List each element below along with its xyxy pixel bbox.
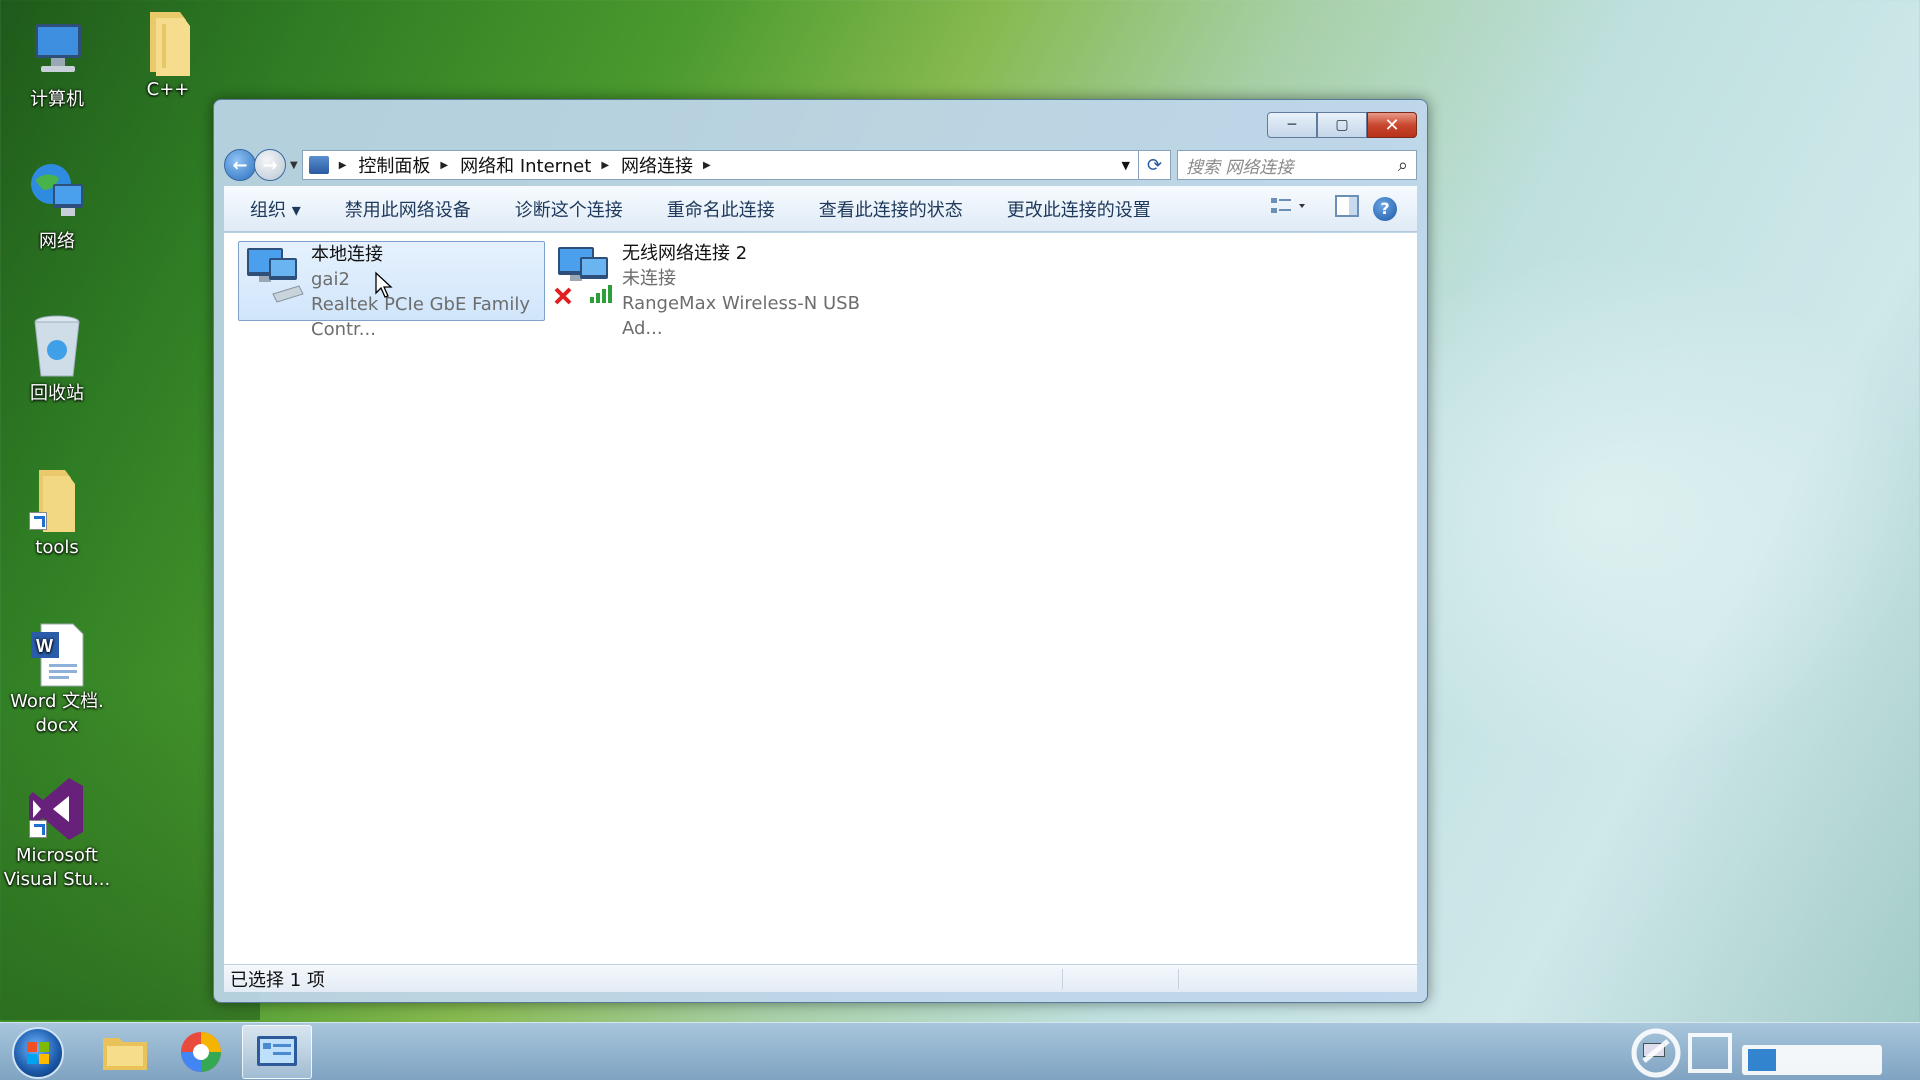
address-dropdown-icon[interactable]: ▼ <box>1122 159 1130 172</box>
desktop-icon-recycle-bin[interactable]: 回收站 <box>2 312 112 406</box>
status-divider <box>1178 969 1179 989</box>
desktop-icon-label: docx <box>35 715 79 736</box>
desktop-icon-visual-studio[interactable]: Microsoft Visual Stu... <box>2 774 112 892</box>
refresh-icon: ⟳ <box>1146 154 1163 176</box>
address-bar[interactable]: ▶ 控制面板 ▶ 网络和 Internet ▶ 网络连接 ▶ ▼ <box>301 150 1139 180</box>
connections-list: 本地连接 gai2 Realtek PCIe GbE Family Contr.… <box>224 233 1417 964</box>
search-placeholder: 搜索 网络连接 <box>1186 157 1294 178</box>
wired-network-adapter-icon <box>243 244 307 318</box>
desktop-icon-label: 网络 <box>39 231 75 252</box>
maximize-button[interactable]: ▢ <box>1317 112 1367 138</box>
desktop-icon-label: tools <box>35 537 79 558</box>
visual-studio-icon <box>25 774 89 840</box>
desktop-icon-label: Word 文档. <box>10 691 104 712</box>
desktop-icon-word-doc[interactable]: W Word 文档. docx <box>2 620 112 738</box>
rename-connection-button[interactable]: 重命名此连接 <box>645 196 797 222</box>
help-icon[interactable]: ? <box>1373 196 1397 221</box>
desktop-icon-label: 回收站 <box>30 383 84 404</box>
chevron-right-icon[interactable]: ▶ <box>339 160 347 171</box>
status-bar: 已选择 1 项 <box>224 964 1417 992</box>
minimize-button[interactable]: ─ <box>1267 112 1317 138</box>
desktop-icon-label: C++ <box>146 79 190 100</box>
back-button[interactable]: ← <box>224 149 256 181</box>
shortcut-arrow-icon <box>29 820 47 838</box>
windows-logo-icon <box>27 1042 49 1064</box>
recycle-bin-icon <box>25 312 89 377</box>
breadcrumb-network-internet[interactable]: 网络和 Internet <box>460 152 591 178</box>
view-options-icon[interactable] <box>1271 196 1307 221</box>
start-button[interactable] <box>12 1027 64 1079</box>
taskbar-browser[interactable] <box>166 1025 236 1079</box>
change-settings-button[interactable]: 更改此连接的设置 <box>985 196 1173 222</box>
mouse-cursor-icon <box>375 271 393 298</box>
close-icon: ✕ <box>1384 114 1400 136</box>
selection-count: 已选择 1 项 <box>230 969 325 991</box>
minimize-icon: ─ <box>1287 117 1297 133</box>
network-globe-icon <box>25 160 89 224</box>
view-status-button[interactable]: 查看此连接的状态 <box>797 196 985 222</box>
chevron-right-icon[interactable]: ▶ <box>703 160 711 171</box>
connection-adapter: RangeMax Wireless-N USB Ad... <box>622 293 860 339</box>
status-divider <box>1062 969 1063 989</box>
desktop-icon-label: Microsoft <box>16 845 98 866</box>
file-explorer-icon <box>103 1038 147 1070</box>
wireless-network-adapter-icon <box>554 243 618 317</box>
search-input[interactable]: 搜索 网络连接 ⌕ <box>1177 150 1417 180</box>
navigation-bar: ← → ▼ ▶ 控制面板 ▶ 网络和 Internet ▶ 网络连接 ▶ ▼ ⟳… <box>224 148 1417 182</box>
window-caption-buttons: ─ ▢ ✕ <box>1267 112 1417 138</box>
toolbar-right-group: ? <box>1257 195 1417 222</box>
desktop-icon-network[interactable]: 网络 <box>2 160 112 254</box>
connection-adapter: Realtek PCIe GbE Family Contr... <box>311 294 530 340</box>
refresh-button[interactable]: ⟳ <box>1139 150 1171 180</box>
maximize-icon: ▢ <box>1335 117 1349 133</box>
computer-icon <box>25 18 89 82</box>
desktop-icon-label: 计算机 <box>30 89 84 110</box>
browser-icon <box>181 1032 221 1072</box>
taskbar <box>0 1022 1920 1080</box>
preview-pane-icon[interactable] <box>1335 195 1359 222</box>
control-panel-icon <box>308 156 329 174</box>
diagnose-connection-button[interactable]: 诊断这个连接 <box>493 196 645 222</box>
connection-item-wireless[interactable]: 无线网络连接 2 未连接 RangeMax Wireless-N USB Ad.… <box>550 241 860 339</box>
back-arrow-icon: ← <box>232 154 248 176</box>
network-connections-window: ─ ▢ ✕ ← → ▼ ▶ 控制面板 ▶ 网络和 Internet ▶ 网络连接… <box>213 99 1428 1003</box>
breadcrumb-control-panel[interactable]: 控制面板 <box>358 152 430 178</box>
connection-name: 无线网络连接 2 <box>622 243 748 264</box>
desktop-icon-tools[interactable]: tools <box>2 466 112 560</box>
taskbar-control-panel[interactable] <box>242 1025 312 1079</box>
folder-shortcut-icon <box>25 466 89 532</box>
search-icon[interactable]: ⌕ <box>1398 155 1408 176</box>
chevron-right-icon[interactable]: ▶ <box>601 160 609 171</box>
taskbar-explorer[interactable] <box>90 1025 160 1079</box>
svg-text:W: W <box>36 636 53 656</box>
desktop-icon-computer[interactable]: 计算机 <box>2 18 112 112</box>
connection-status: 未连接 <box>622 268 676 289</box>
watermark-logo <box>1630 1027 1890 1079</box>
recent-pages-dropdown[interactable]: ▼ <box>290 160 298 171</box>
connection-name: 本地连接 <box>311 244 383 265</box>
folder-icon <box>136 8 200 76</box>
chevron-right-icon[interactable]: ▶ <box>440 160 448 171</box>
close-button[interactable]: ✕ <box>1367 112 1417 138</box>
connection-status: gai2 <box>311 269 350 290</box>
organize-menu[interactable]: 组织 ▾ <box>224 196 323 222</box>
command-bar: 组织 ▾ 禁用此网络设备 诊断这个连接 重命名此连接 查看此连接的状态 更改此连… <box>224 186 1417 232</box>
shortcut-arrow-icon <box>29 512 47 530</box>
word-document-icon: W <box>25 620 89 687</box>
forward-arrow-icon: → <box>262 154 278 176</box>
disable-device-button[interactable]: 禁用此网络设备 <box>323 196 493 222</box>
forward-button[interactable]: → <box>254 149 286 181</box>
breadcrumb-network-connections[interactable]: 网络连接 <box>621 152 693 178</box>
desktop-icon-label: Visual Stu... <box>3 869 111 890</box>
control-panel-window-icon <box>257 1036 297 1066</box>
desktop-icon-cpp-folder[interactable]: C++ <box>113 8 223 102</box>
